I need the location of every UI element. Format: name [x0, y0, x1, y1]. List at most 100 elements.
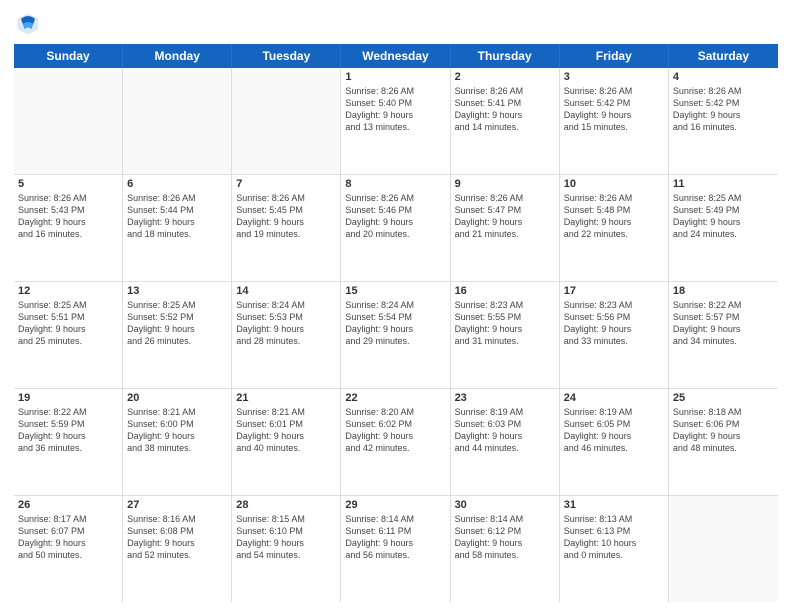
day-info: Sunrise: 8:26 AM Sunset: 5:41 PM Dayligh…: [455, 85, 555, 134]
day-number: 19: [18, 392, 118, 404]
empty-cell: [14, 68, 123, 174]
day-number: 22: [345, 392, 445, 404]
empty-cell: [232, 68, 341, 174]
day-number: 7: [236, 178, 336, 190]
day-info: Sunrise: 8:19 AM Sunset: 6:03 PM Dayligh…: [455, 406, 555, 455]
header-day-wednesday: Wednesday: [341, 44, 450, 68]
day-number: 3: [564, 71, 664, 83]
day-info: Sunrise: 8:23 AM Sunset: 5:55 PM Dayligh…: [455, 299, 555, 348]
day-cell-25: 25 Sunrise: 8:18 AM Sunset: 6:06 PM Dayli…: [669, 389, 778, 495]
day-info: Sunrise: 8:24 AM Sunset: 5:54 PM Dayligh…: [345, 299, 445, 348]
day-cell-7: 7Sunrise: 8:26 AM Sunset: 5:45 PM Daylig…: [232, 175, 341, 281]
day-cell-31: 31 Sunrise: 8:13 AM Sunset: 6:13 PM Dayli…: [560, 496, 669, 602]
day-number: 8: [345, 178, 445, 190]
day-cell-13: 13 Sunrise: 8:25 AM Sunset: 5:52 PM Dayli…: [123, 282, 232, 388]
day-info: Sunrise: 8:22 AM Sunset: 5:57 PM Dayligh…: [673, 299, 774, 348]
day-cell-16: 16 Sunrise: 8:23 AM Sunset: 5:55 PM Dayli…: [451, 282, 560, 388]
calendar: SundayMondayTuesdayWednesdayThursdayFrid…: [14, 44, 778, 602]
calendar-body: 1Sunrise: 8:26 AM Sunset: 5:40 PM Daylig…: [14, 68, 778, 602]
day-number: 29: [345, 499, 445, 511]
day-cell-14: 14 Sunrise: 8:24 AM Sunset: 5:53 PM Dayli…: [232, 282, 341, 388]
day-cell-20: 20 Sunrise: 8:21 AM Sunset: 6:00 PM Dayli…: [123, 389, 232, 495]
day-number: 13: [127, 285, 227, 297]
header-day-monday: Monday: [123, 44, 232, 68]
day-number: 4: [673, 71, 774, 83]
day-number: 31: [564, 499, 664, 511]
day-info: Sunrise: 8:15 AM Sunset: 6:10 PM Dayligh…: [236, 513, 336, 562]
header: [14, 10, 778, 38]
calendar-header: SundayMondayTuesdayWednesdayThursdayFrid…: [14, 44, 778, 68]
day-info: Sunrise: 8:26 AM Sunset: 5:44 PM Dayligh…: [127, 192, 227, 241]
day-number: 27: [127, 499, 227, 511]
day-number: 6: [127, 178, 227, 190]
day-info: Sunrise: 8:26 AM Sunset: 5:48 PM Dayligh…: [564, 192, 664, 241]
day-cell-27: 27Sunrise: 8:16 AM Sunset: 6:08 PM Dayli…: [123, 496, 232, 602]
day-info: Sunrise: 8:26 AM Sunset: 5:42 PM Dayligh…: [564, 85, 664, 134]
day-info: Sunrise: 8:24 AM Sunset: 5:53 PM Dayligh…: [236, 299, 336, 348]
day-cell-19: 19 Sunrise: 8:22 AM Sunset: 5:59 PM Dayli…: [14, 389, 123, 495]
day-cell-1: 1Sunrise: 8:26 AM Sunset: 5:40 PM Daylig…: [341, 68, 450, 174]
day-info: Sunrise: 8:21 AM Sunset: 6:01 PM Dayligh…: [236, 406, 336, 455]
day-info: Sunrise: 8:21 AM Sunset: 6:00 PM Dayligh…: [127, 406, 227, 455]
day-cell-26: 26 Sunrise: 8:17 AM Sunset: 6:07 PM Dayli…: [14, 496, 123, 602]
day-cell-22: 22 Sunrise: 8:20 AM Sunset: 6:02 PM Dayli…: [341, 389, 450, 495]
header-day-sunday: Sunday: [14, 44, 123, 68]
day-cell-17: 17 Sunrise: 8:23 AM Sunset: 5:56 PM Dayli…: [560, 282, 669, 388]
day-cell-10: 10 Sunrise: 8:26 AM Sunset: 5:48 PM Dayli…: [560, 175, 669, 281]
day-number: 15: [345, 285, 445, 297]
calendar-week-1: 1Sunrise: 8:26 AM Sunset: 5:40 PM Daylig…: [14, 68, 778, 175]
empty-cell: [669, 496, 778, 602]
calendar-week-3: 12 Sunrise: 8:25 AM Sunset: 5:51 PM Dayli…: [14, 282, 778, 389]
day-number: 16: [455, 285, 555, 297]
day-info: Sunrise: 8:25 AM Sunset: 5:52 PM Dayligh…: [127, 299, 227, 348]
calendar-week-2: 5 Sunrise: 8:26 AM Sunset: 5:43 PM Daylig…: [14, 175, 778, 282]
day-cell-3: 3 Sunrise: 8:26 AM Sunset: 5:42 PM Daylig…: [560, 68, 669, 174]
day-number: 25: [673, 392, 774, 404]
day-number: 24: [564, 392, 664, 404]
day-cell-6: 6 Sunrise: 8:26 AM Sunset: 5:44 PM Daylig…: [123, 175, 232, 281]
logo-icon: [14, 10, 42, 38]
header-day-saturday: Saturday: [669, 44, 778, 68]
day-cell-11: 11Sunrise: 8:25 AM Sunset: 5:49 PM Dayli…: [669, 175, 778, 281]
day-info: Sunrise: 8:18 AM Sunset: 6:06 PM Dayligh…: [673, 406, 774, 455]
day-info: Sunrise: 8:22 AM Sunset: 5:59 PM Dayligh…: [18, 406, 118, 455]
day-number: 18: [673, 285, 774, 297]
day-cell-9: 9Sunrise: 8:26 AM Sunset: 5:47 PM Daylig…: [451, 175, 560, 281]
day-cell-12: 12 Sunrise: 8:25 AM Sunset: 5:51 PM Dayli…: [14, 282, 123, 388]
day-info: Sunrise: 8:26 AM Sunset: 5:47 PM Dayligh…: [455, 192, 555, 241]
day-info: Sunrise: 8:26 AM Sunset: 5:42 PM Dayligh…: [673, 85, 774, 134]
day-number: 26: [18, 499, 118, 511]
day-info: Sunrise: 8:14 AM Sunset: 6:11 PM Dayligh…: [345, 513, 445, 562]
header-day-friday: Friday: [560, 44, 669, 68]
day-number: 2: [455, 71, 555, 83]
day-number: 17: [564, 285, 664, 297]
day-number: 20: [127, 392, 227, 404]
day-number: 5: [18, 178, 118, 190]
day-number: 14: [236, 285, 336, 297]
day-cell-5: 5 Sunrise: 8:26 AM Sunset: 5:43 PM Daylig…: [14, 175, 123, 281]
day-number: 23: [455, 392, 555, 404]
day-info: Sunrise: 8:25 AM Sunset: 5:51 PM Dayligh…: [18, 299, 118, 348]
day-number: 28: [236, 499, 336, 511]
day-number: 11: [673, 178, 774, 190]
day-number: 30: [455, 499, 555, 511]
day-cell-8: 8Sunrise: 8:26 AM Sunset: 5:46 PM Daylig…: [341, 175, 450, 281]
day-number: 21: [236, 392, 336, 404]
calendar-week-5: 26 Sunrise: 8:17 AM Sunset: 6:07 PM Dayli…: [14, 496, 778, 602]
day-info: Sunrise: 8:17 AM Sunset: 6:07 PM Dayligh…: [18, 513, 118, 562]
day-cell-4: 4 Sunrise: 8:26 AM Sunset: 5:42 PM Daylig…: [669, 68, 778, 174]
day-info: Sunrise: 8:20 AM Sunset: 6:02 PM Dayligh…: [345, 406, 445, 455]
day-cell-23: 23 Sunrise: 8:19 AM Sunset: 6:03 PM Dayli…: [451, 389, 560, 495]
logo: [14, 10, 46, 38]
day-cell-2: 2 Sunrise: 8:26 AM Sunset: 5:41 PM Daylig…: [451, 68, 560, 174]
day-info: Sunrise: 8:13 AM Sunset: 6:13 PM Dayligh…: [564, 513, 664, 562]
day-number: 10: [564, 178, 664, 190]
day-cell-28: 28 Sunrise: 8:15 AM Sunset: 6:10 PM Dayli…: [232, 496, 341, 602]
day-info: Sunrise: 8:19 AM Sunset: 6:05 PM Dayligh…: [564, 406, 664, 455]
day-number: 12: [18, 285, 118, 297]
day-info: Sunrise: 8:14 AM Sunset: 6:12 PM Dayligh…: [455, 513, 555, 562]
day-cell-21: 21 Sunrise: 8:21 AM Sunset: 6:01 PM Dayli…: [232, 389, 341, 495]
day-number: 1: [345, 71, 445, 83]
day-info: Sunrise: 8:23 AM Sunset: 5:56 PM Dayligh…: [564, 299, 664, 348]
day-info: Sunrise: 8:26 AM Sunset: 5:43 PM Dayligh…: [18, 192, 118, 241]
